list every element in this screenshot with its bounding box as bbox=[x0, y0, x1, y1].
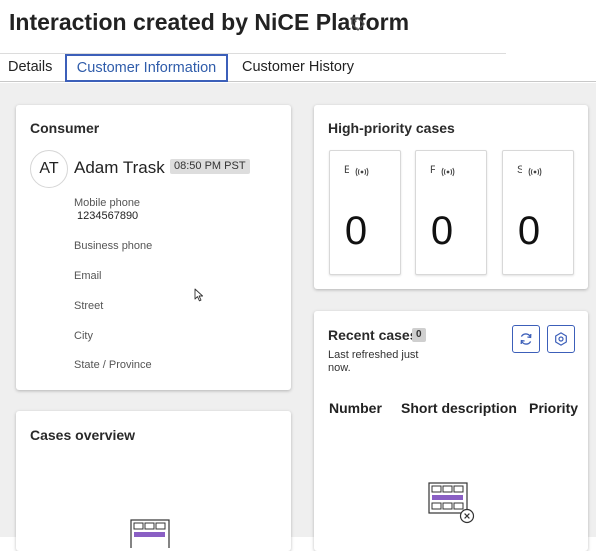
recent-cases-card: Recent cases 0 Last refreshed just now. … bbox=[314, 311, 588, 551]
priority-box-label: E bbox=[344, 164, 349, 176]
tab-details[interactable]: Details bbox=[8, 54, 52, 82]
column-header-number[interactable]: Number bbox=[329, 400, 382, 416]
recent-cases-count-badge: 0 bbox=[412, 328, 426, 342]
column-header-short-description[interactable]: Short description bbox=[401, 400, 517, 416]
tag-icon[interactable] bbox=[350, 16, 366, 32]
consumer-card: Consumer AT Adam Trask 08:50 PM PST Mobi… bbox=[16, 105, 291, 390]
high-priority-title: High-priority cases bbox=[328, 120, 455, 136]
priority-box-label: F bbox=[430, 164, 435, 176]
refresh-icon bbox=[520, 333, 532, 345]
consumer-name: Adam Trask bbox=[74, 158, 165, 177]
tab-customer-information[interactable]: Customer Information bbox=[65, 54, 228, 82]
avatar: AT bbox=[30, 150, 68, 188]
last-refreshed-text: Last refreshed just now. bbox=[328, 349, 419, 374]
empty-table-icon bbox=[428, 482, 475, 524]
refresh-button[interactable] bbox=[512, 325, 540, 353]
local-time-badge: 08:50 PM PST bbox=[170, 159, 250, 174]
priority-box[interactable]: F 0 bbox=[415, 150, 487, 275]
cases-overview-card: Cases overview bbox=[16, 411, 291, 551]
column-header-priority[interactable]: Priority bbox=[529, 400, 578, 416]
priority-box[interactable]: S 0 bbox=[502, 150, 574, 275]
page-header: Interaction created by NiCE Platform bbox=[0, 0, 596, 54]
city-label: City bbox=[74, 330, 93, 342]
main-content: Consumer AT Adam Trask 08:50 PM PST Mobi… bbox=[0, 83, 596, 551]
street-label: Street bbox=[74, 300, 104, 312]
settings-button[interactable] bbox=[547, 325, 575, 353]
tab-customer-history[interactable]: Customer History bbox=[242, 54, 354, 82]
settings-icon bbox=[555, 332, 567, 346]
signal-icon bbox=[528, 167, 542, 177]
email-label: Email bbox=[74, 270, 102, 282]
high-priority-cases-card: High-priority cases E 0 F 0 S 0 bbox=[314, 105, 588, 289]
consumer-card-title: Consumer bbox=[30, 120, 100, 136]
recent-cases-title: Recent cases bbox=[328, 327, 418, 343]
priority-count: 0 bbox=[430, 209, 454, 253]
signal-icon bbox=[355, 167, 369, 177]
business-phone-label: Business phone bbox=[74, 240, 153, 252]
mobile-phone-label: Mobile phone bbox=[74, 197, 141, 209]
priority-count: 0 bbox=[517, 209, 541, 253]
mouse-cursor-icon bbox=[194, 288, 204, 302]
empty-table-icon bbox=[130, 519, 170, 548]
priority-box[interactable]: E 0 bbox=[329, 150, 401, 275]
cases-overview-title: Cases overview bbox=[30, 427, 136, 443]
priority-count: 0 bbox=[344, 209, 368, 253]
signal-icon bbox=[441, 167, 455, 177]
state-province-label: State / Province bbox=[74, 359, 152, 371]
tab-bar: Details Customer Information Customer Hi… bbox=[0, 54, 596, 82]
mobile-phone-value[interactable]: 1234567890 bbox=[77, 210, 138, 222]
priority-box-label: S bbox=[517, 164, 522, 176]
